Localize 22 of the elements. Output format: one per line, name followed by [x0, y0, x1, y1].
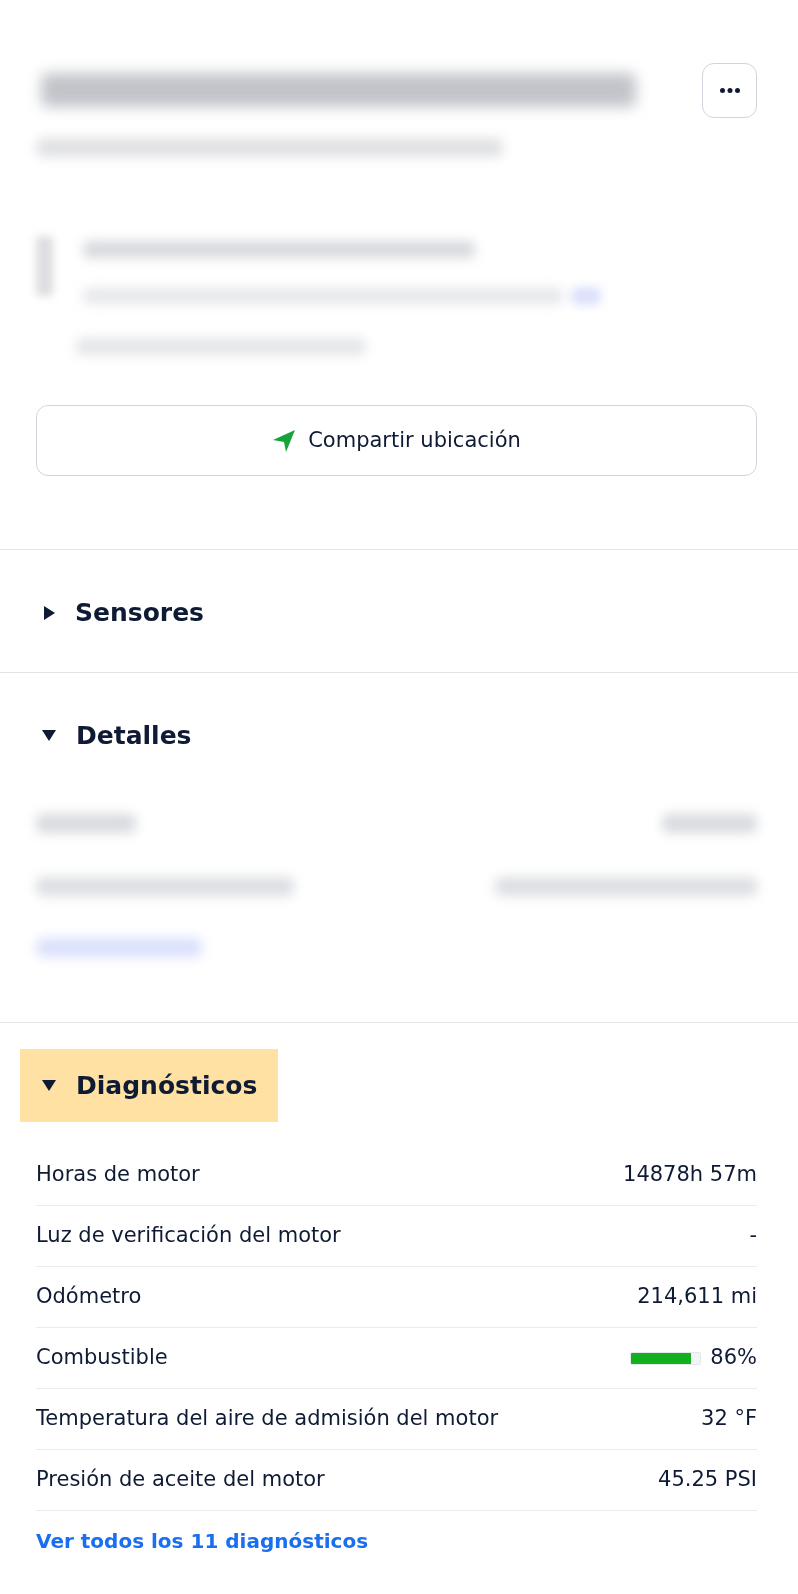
- location-arrow-icon: [272, 428, 297, 453]
- diagnostic-label: Temperatura del aire de admisión del motor: [36, 1405, 499, 1433]
- diagnostic-value: 214,611 mi: [637, 1283, 757, 1311]
- diagnostic-label: Odómetro: [36, 1283, 142, 1311]
- diagnostic-label: Luz de verificación del motor: [36, 1222, 341, 1250]
- diagnostic-label: Presión de aceite del motor: [36, 1466, 325, 1494]
- share-location-button[interactable]: Compartir ubicación: [36, 405, 757, 476]
- section-toggle[interactable]: Diagnósticos: [20, 1049, 279, 1122]
- more-button[interactable]: [702, 63, 757, 118]
- diagnostic-value: 14878h 57m: [623, 1161, 757, 1189]
- blurred-text: [571, 287, 601, 305]
- section-toggle[interactable]: Detalles: [20, 699, 213, 772]
- diagnostic-value: 45.25 PSI: [658, 1466, 757, 1494]
- diagnostic-value: 32 °F: [701, 1405, 757, 1433]
- section-toggle[interactable]: Sensores: [20, 576, 225, 649]
- diagnostic-label: Horas de motor: [36, 1161, 200, 1189]
- diagnostic-value: -: [749, 1222, 757, 1250]
- diagnostic-label: Combustible: [36, 1344, 168, 1372]
- blurred-icon: [36, 236, 53, 296]
- diagnostic-value: 86%: [710, 1344, 757, 1372]
- view-all-link[interactable]: Ver todos los 11 diagnósticos: [36, 1526, 369, 1556]
- more-icon: [719, 88, 740, 93]
